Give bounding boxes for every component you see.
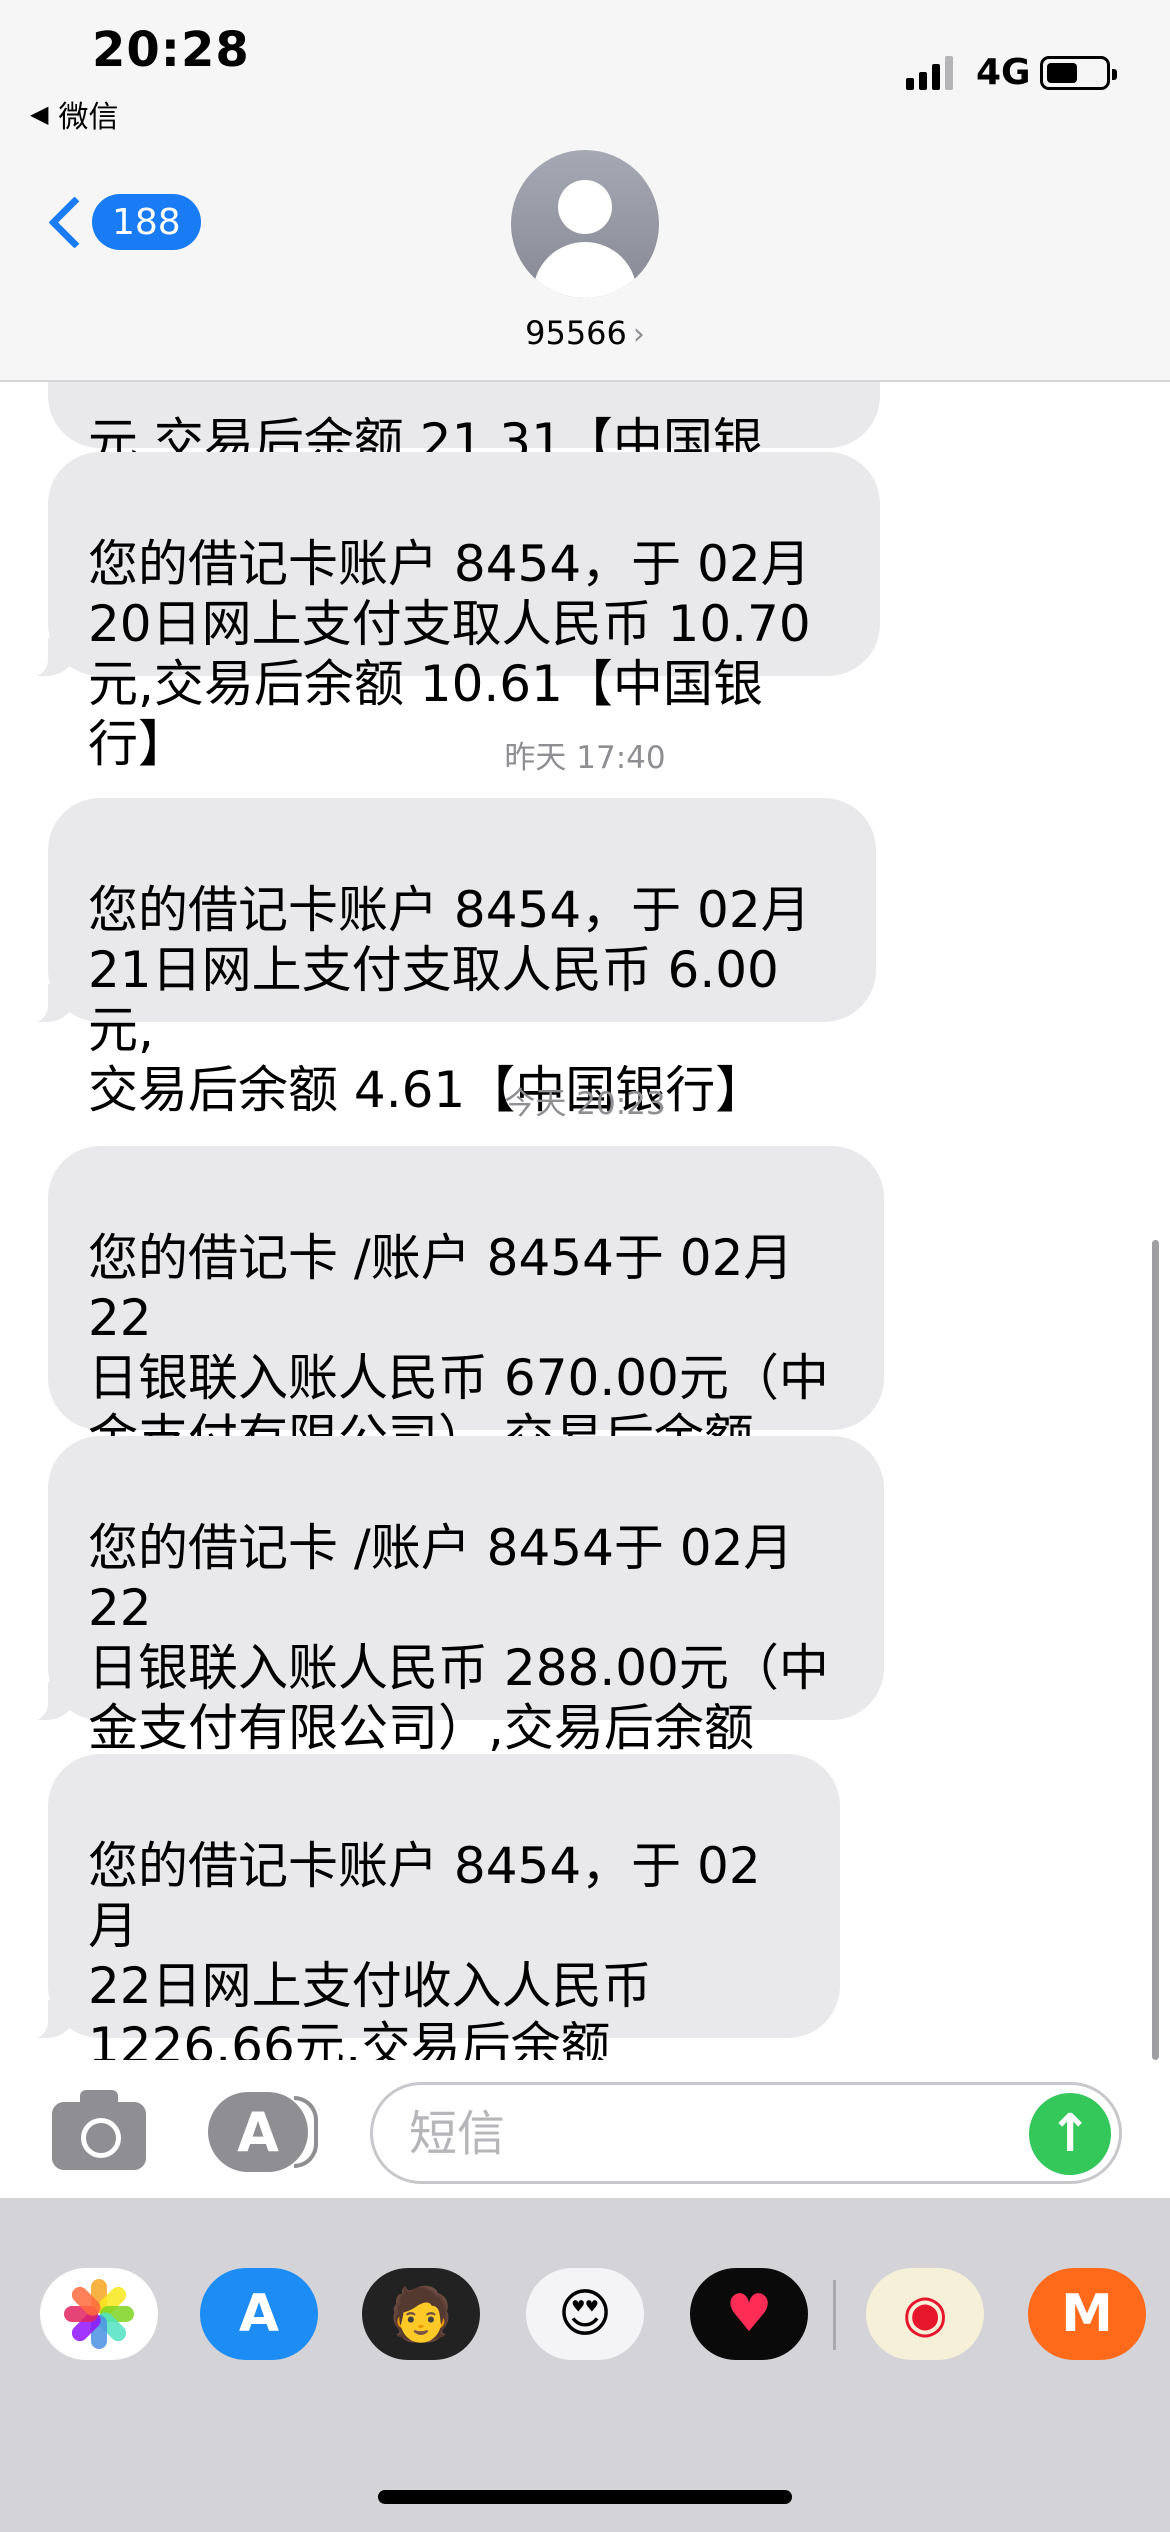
weibo-app-icon[interactable]: ◉ xyxy=(866,2268,984,2360)
message-field[interactable]: ↑ xyxy=(370,2082,1122,2184)
back-triangle-icon: ◀ xyxy=(30,100,49,128)
app-store-app-icon[interactable]: A xyxy=(200,2268,318,2360)
photos-app-icon[interactable] xyxy=(40,2268,158,2360)
battery-icon xyxy=(1040,56,1117,90)
scroll-indicator[interactable] xyxy=(1152,1240,1159,2060)
digital-touch-app-icon[interactable]: ♥ xyxy=(690,2268,808,2360)
contact-name: 95566 xyxy=(525,314,627,352)
send-button[interactable]: ↑ xyxy=(1029,2093,1111,2175)
drawer-divider xyxy=(833,2280,836,2350)
chevron-right-icon: › xyxy=(632,317,645,352)
message-bubble[interactable]: 您的借记卡 /账户 8454于 02月22 日银联入账人民币 670.00元（中… xyxy=(48,1146,884,1527)
back-button[interactable]: 188 xyxy=(44,190,201,254)
message-bubble[interactable]: 您的借记卡账户 8454，于 02月 22日网上支付收入人民币 1226.66元… xyxy=(20,1754,840,2080)
memoji-stickers-app-icon[interactable]: 😍 xyxy=(526,2268,644,2360)
imessage-app-drawer: A 🧑 😍 ♥ ◉ M xyxy=(0,2198,1170,2532)
message-text: 您的借记卡账户 8454，于 02月 22日网上支付收入人民币 1226.66元… xyxy=(88,1837,761,2080)
status-time: 20:28 xyxy=(92,22,250,78)
network-type: 4G xyxy=(976,52,1031,93)
mango-tv-app-icon[interactable]: M xyxy=(1028,2268,1146,2360)
back-app-label: 微信 xyxy=(58,100,119,135)
timestamp: 昨天 17:40 xyxy=(504,740,666,776)
home-indicator[interactable] xyxy=(378,2490,792,2504)
apps-ring-decoration xyxy=(294,2096,318,2168)
contact-name-button[interactable]: 95566 › xyxy=(0,314,1170,352)
message-input[interactable] xyxy=(409,2103,1009,2165)
timestamp: 今天 20:23 xyxy=(504,1086,666,1122)
memoji-app-icon[interactable]: 🧑 xyxy=(362,2268,480,2360)
chevron-left-icon xyxy=(44,190,82,254)
unread-count-badge: 188 xyxy=(92,194,201,250)
messages-screen: 元,交易后余额 21.31【中国银行】 您的借记卡账户 8454，于 02月 2… xyxy=(0,0,1170,2532)
message-bubble[interactable]: 您的借记卡账户 8454，于 02月 20日网上支付支取人民币 10.70 元,… xyxy=(20,452,880,773)
message-bubble[interactable]: 您的借记卡账户 8454，于 02月 21日网上支付支取人民币 6.00元, 交… xyxy=(20,798,876,1119)
compose-bar: A ↑ xyxy=(0,2060,1170,2200)
app-store-icon[interactable]: A xyxy=(208,2092,308,2172)
back-to-app-link[interactable]: ◀ 微信 xyxy=(30,92,118,136)
signal-icon xyxy=(906,56,953,90)
contact-avatar[interactable] xyxy=(511,150,659,298)
message-bubble[interactable]: 您的借记卡 /账户 8454于 02月22 日银联入账人民币 288.00元（中… xyxy=(20,1436,884,1817)
conversation-header: 20:28 ◀ 微信 4G 188 95566 › xyxy=(0,0,1170,382)
camera-icon[interactable] xyxy=(52,2090,146,2170)
